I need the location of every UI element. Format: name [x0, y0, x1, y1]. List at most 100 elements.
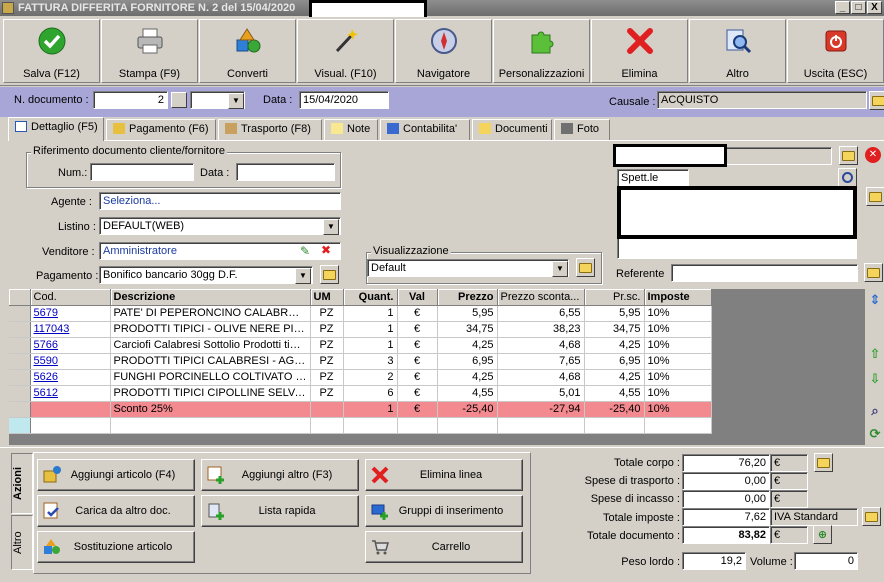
minimize-button[interactable]: _ — [835, 1, 850, 14]
cell-desc[interactable]: PRODOTTI TIPICI CIPOLLINE SELVAT... — [110, 385, 311, 402]
row-indicator[interactable] — [9, 401, 31, 418]
close-window-button[interactable]: X — [867, 1, 882, 14]
payment-browse-button[interactable] — [320, 265, 339, 284]
cell-disc-price[interactable]: 5,01 — [497, 385, 585, 402]
cell-qty[interactable]: 3 — [343, 353, 398, 370]
cell-tax[interactable]: 10% — [644, 385, 712, 402]
delete-line-button[interactable]: Elimina linea — [365, 459, 523, 491]
cell-price[interactable] — [437, 417, 498, 434]
cell-code[interactable]: 117043 — [30, 321, 111, 338]
row-indicator[interactable] — [9, 305, 31, 322]
cell-price[interactable]: 4,55 — [437, 385, 498, 402]
header-qty[interactable]: Quant. — [343, 289, 398, 306]
cell-desc[interactable]: PRODOTTI TIPICI CALABRESI - AGLI... — [110, 353, 311, 370]
collection-field[interactable]: 0,00 — [682, 490, 770, 508]
cell-price[interactable]: 5,95 — [437, 305, 498, 322]
chevron-down-icon[interactable]: ▼ — [228, 93, 244, 109]
cell-desc[interactable]: PRODOTTI TIPICI - OLIVE NERE PIAN... — [110, 321, 311, 338]
insert-groups-button[interactable]: Gruppi di inserimento — [365, 495, 523, 527]
delete-button[interactable]: Elimina — [591, 19, 688, 83]
other-button[interactable]: Altro — [689, 19, 786, 83]
header-um[interactable]: UM — [310, 289, 344, 306]
tab-actions[interactable]: Azioni — [11, 453, 33, 514]
print-button[interactable]: Stampa (F9) — [101, 19, 198, 83]
table-row[interactable]: 117043 PRODOTTI TIPICI - OLIVE NERE PIAN… — [9, 321, 712, 338]
cell-price[interactable]: 4,25 — [437, 337, 498, 354]
sort-arrows-icon[interactable]: ⇕ — [867, 292, 883, 308]
cell-um[interactable]: PZ — [310, 337, 344, 354]
cell-val[interactable] — [397, 417, 438, 434]
quick-list-button[interactable]: Lista rapida — [201, 495, 359, 527]
table-row[interactable]: 5679 PATE' DI PEPERONCINO CALABRESI ... … — [9, 305, 712, 322]
search-row-icon[interactable]: ⌕ — [867, 403, 883, 419]
cell-disc-price[interactable]: 6,55 — [497, 305, 585, 322]
volume-field[interactable]: 0 — [794, 552, 858, 570]
causale-browse-button[interactable] — [869, 91, 884, 110]
header-code[interactable]: Cod. — [30, 289, 111, 306]
customer-search-button[interactable] — [838, 168, 857, 187]
add-other-button[interactable]: Aggiungi altro (F3) — [201, 459, 359, 491]
referente-browse-button[interactable] — [864, 263, 883, 282]
save-button[interactable]: Salva (F12) — [3, 19, 100, 83]
discount-row[interactable]: Sconto 25% 1 € -25,40 -27,94 -25,40 10% — [9, 401, 712, 418]
cell-tax[interactable]: 10% — [644, 305, 712, 322]
cell-prsc[interactable]: 5,95 — [584, 305, 645, 322]
cell-val[interactable]: € — [397, 401, 438, 418]
load-doc-button[interactable]: Carica da altro doc. — [37, 495, 195, 527]
new-row[interactable] — [9, 417, 712, 434]
agent-input[interactable]: Seleziona... — [99, 192, 341, 210]
table-row[interactable]: 5766 Carciofi Calabresi Sottolio Prodott… — [9, 337, 712, 354]
cell-tax[interactable]: 10% — [644, 369, 712, 386]
cell-code[interactable]: 5766 — [30, 337, 111, 354]
header-desc[interactable]: Descrizione — [110, 289, 311, 306]
row-indicator[interactable] — [9, 353, 31, 370]
cell-tax[interactable]: 10% — [644, 401, 712, 418]
navigator-button[interactable]: Navigatore — [395, 19, 492, 83]
table-row[interactable]: 5626 FUNGHI PORCINELLO COLTIVATO SP... P… — [9, 369, 712, 386]
row-indicator[interactable] — [9, 417, 31, 434]
ref-num-input[interactable] — [90, 163, 194, 181]
cell-disc-price[interactable]: 4,68 — [497, 369, 585, 386]
cell-qty[interactable]: 2 — [343, 369, 398, 386]
cell-disc-price[interactable]: -27,94 — [497, 401, 585, 418]
cell-code[interactable]: 5679 — [30, 305, 111, 322]
cell-val[interactable]: € — [397, 305, 438, 322]
tab-other[interactable]: Altro — [11, 515, 33, 570]
tab-notes[interactable]: Note — [324, 119, 378, 140]
cell-desc[interactable]: Sconto 25% — [110, 401, 311, 418]
clear-x-icon[interactable]: ✖ — [321, 243, 331, 257]
cell-val[interactable]: € — [397, 385, 438, 402]
cell-prsc[interactable]: 4,25 — [584, 337, 645, 354]
payment-select[interactable]: Bonifico bancario 30gg D.F. — [99, 266, 313, 284]
cell-code[interactable]: 5590 — [30, 353, 111, 370]
visual-button[interactable]: Visual. (F10) — [297, 19, 394, 83]
doc-number-input[interactable]: 2 — [93, 91, 168, 109]
view-select[interactable]: Default — [367, 259, 569, 277]
totals-browse-button[interactable] — [814, 453, 833, 472]
header-tax[interactable]: Imposte — [644, 289, 712, 306]
cell-tax[interactable]: 10% — [644, 337, 712, 354]
ref-date-input[interactable] — [236, 163, 335, 181]
row-indicator[interactable] — [9, 337, 31, 354]
causale-input[interactable]: ACQUISTO — [657, 91, 867, 109]
cell-price[interactable]: 34,75 — [437, 321, 498, 338]
table-row[interactable]: 5590 PRODOTTI TIPICI CALABRESI - AGLI...… — [9, 353, 712, 370]
cell-qty[interactable]: 1 — [343, 337, 398, 354]
customize-button[interactable]: Personalizzazioni — [493, 19, 590, 83]
spett-field[interactable]: Spett.le — [617, 169, 689, 187]
cell-qty[interactable]: 1 — [343, 401, 398, 418]
tab-documents[interactable]: Documenti — [472, 119, 552, 140]
refresh-icon[interactable]: ⟳ — [867, 426, 883, 442]
cell-um[interactable]: PZ — [310, 321, 344, 338]
cell-disc-price[interactable]: 4,68 — [497, 337, 585, 354]
customer-browse-button[interactable] — [839, 146, 858, 165]
cell-um[interactable]: PZ — [310, 305, 344, 322]
list-select[interactable]: DEFAULT(WEB) — [99, 217, 341, 235]
view-browse-button[interactable] — [576, 258, 595, 277]
tab-detail[interactable]: Dettaglio (F5) — [8, 117, 104, 141]
cell-prsc[interactable]: 4,25 — [584, 369, 645, 386]
cell-val[interactable]: € — [397, 337, 438, 354]
cell-prsc[interactable]: -25,40 — [584, 401, 645, 418]
row-indicator[interactable] — [9, 321, 31, 338]
cell-um[interactable]: PZ — [310, 369, 344, 386]
